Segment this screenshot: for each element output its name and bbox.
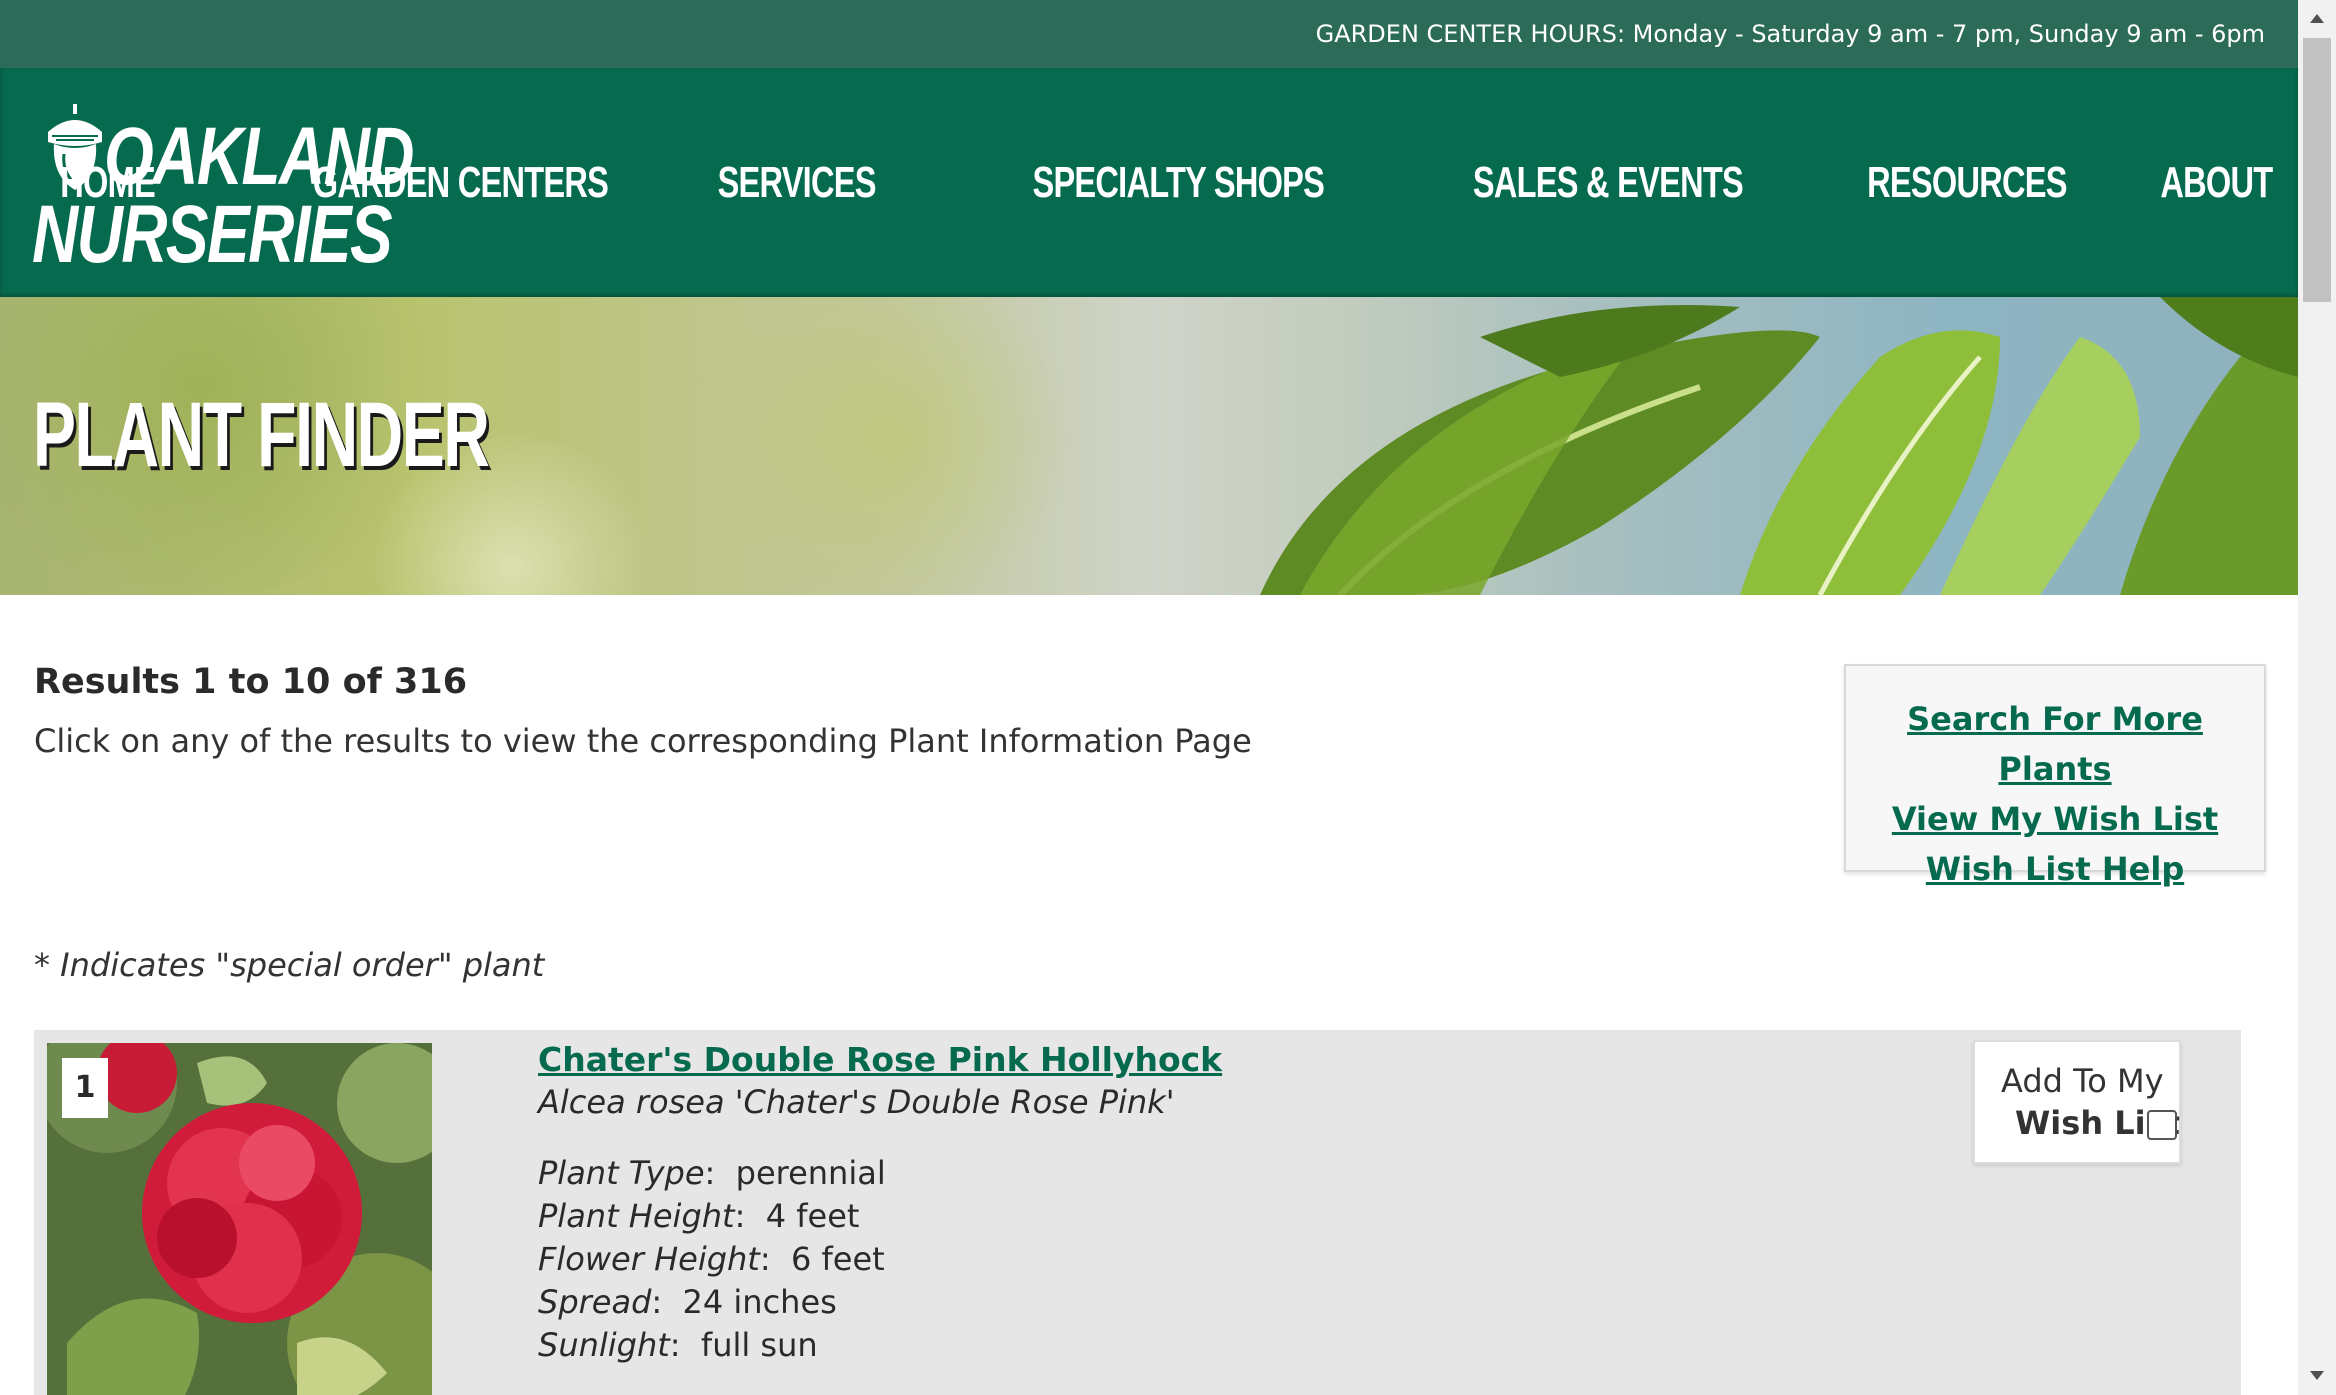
page-title: PLANT FINDER — [33, 384, 490, 486]
nav-home[interactable]: HOME — [60, 158, 155, 208]
plant-botanical-name: Alcea rosea 'Chater's Double Rose Pink' — [538, 1083, 1175, 1121]
attr-sunlight: Sunlight: full sun — [538, 1326, 818, 1364]
add-to-wish-list[interactable]: Add To My Wish List — [1973, 1040, 2181, 1164]
arrow-up-icon — [2310, 14, 2324, 23]
results-count: Results 1 to 10 of 316 — [34, 662, 468, 702]
wish-label-line1: Add To My — [2001, 1062, 2164, 1100]
attr-spread: Spread: 24 inches — [538, 1283, 837, 1321]
plant-attributes: Plant Type: perennial Plant Height: 4 fe… — [538, 1152, 886, 1367]
nav-services[interactable]: SERVICES — [718, 158, 877, 208]
attr-plant-type: Plant Type: perennial — [538, 1154, 886, 1192]
special-order-note: * Indicates "special order" plant — [34, 946, 545, 984]
wish-list-help-link[interactable]: Wish List Help — [1846, 844, 2264, 894]
result-item[interactable]: 1 Chater's Double Rose Pink Hollyhock Al… — [34, 1030, 2241, 1395]
nav-sales-events[interactable]: SALES & EVENTS — [1473, 158, 1744, 208]
site-header: OAKLAND NURSERIES HOME GARDEN CENTERS SE… — [0, 68, 2298, 297]
hero-leaves-image — [1260, 297, 2298, 595]
hours-bar: GARDEN CENTER HOURS: Monday - Saturday 9… — [0, 0, 2298, 68]
arrow-down-icon — [2310, 1371, 2324, 1380]
attr-plant-height: Plant Height: 4 feet — [538, 1197, 860, 1235]
view-wish-list-link[interactable]: View My Wish List — [1846, 794, 2264, 844]
page: GARDEN CENTER HOURS: Monday - Saturday 9… — [0, 0, 2298, 1395]
nav-about[interactable]: ABOUT — [2160, 158, 2273, 208]
attr-flower-height: Flower Height: 6 feet — [538, 1240, 885, 1278]
scroll-down-button[interactable] — [2298, 1357, 2336, 1395]
results-instructions: Click on any of the results to view the … — [34, 722, 1252, 760]
wish-list-checkbox[interactable] — [2147, 1110, 2177, 1140]
result-number: 1 — [62, 1058, 108, 1118]
hero-banner: PLANT FINDER — [0, 297, 2298, 595]
nav-resources[interactable]: RESOURCES — [1867, 158, 2067, 208]
main-nav: HOME GARDEN CENTERS SERVICES SPECIALTY S… — [0, 68, 2273, 297]
scrollbar-thumb[interactable] — [2303, 38, 2331, 302]
scroll-up-button[interactable] — [2298, 0, 2336, 38]
vertical-scrollbar[interactable] — [2298, 0, 2336, 1395]
nav-specialty-shops[interactable]: SPECIALTY SHOPS — [1032, 158, 1324, 208]
plant-name-link[interactable]: Chater's Double Rose Pink Hollyhock — [538, 1040, 1222, 1079]
search-more-plants-link[interactable]: Search For More Plants — [1846, 694, 2264, 794]
plant-finder-links-box: Search For More Plants View My Wish List… — [1844, 664, 2266, 888]
garden-center-hours: GARDEN CENTER HOURS: Monday - Saturday 9… — [1315, 20, 2265, 48]
plant-thumbnail[interactable]: 1 — [47, 1043, 432, 1395]
hero-bokeh-3 — [700, 297, 1080, 595]
nav-garden-centers[interactable]: GARDEN CENTERS — [313, 158, 609, 208]
